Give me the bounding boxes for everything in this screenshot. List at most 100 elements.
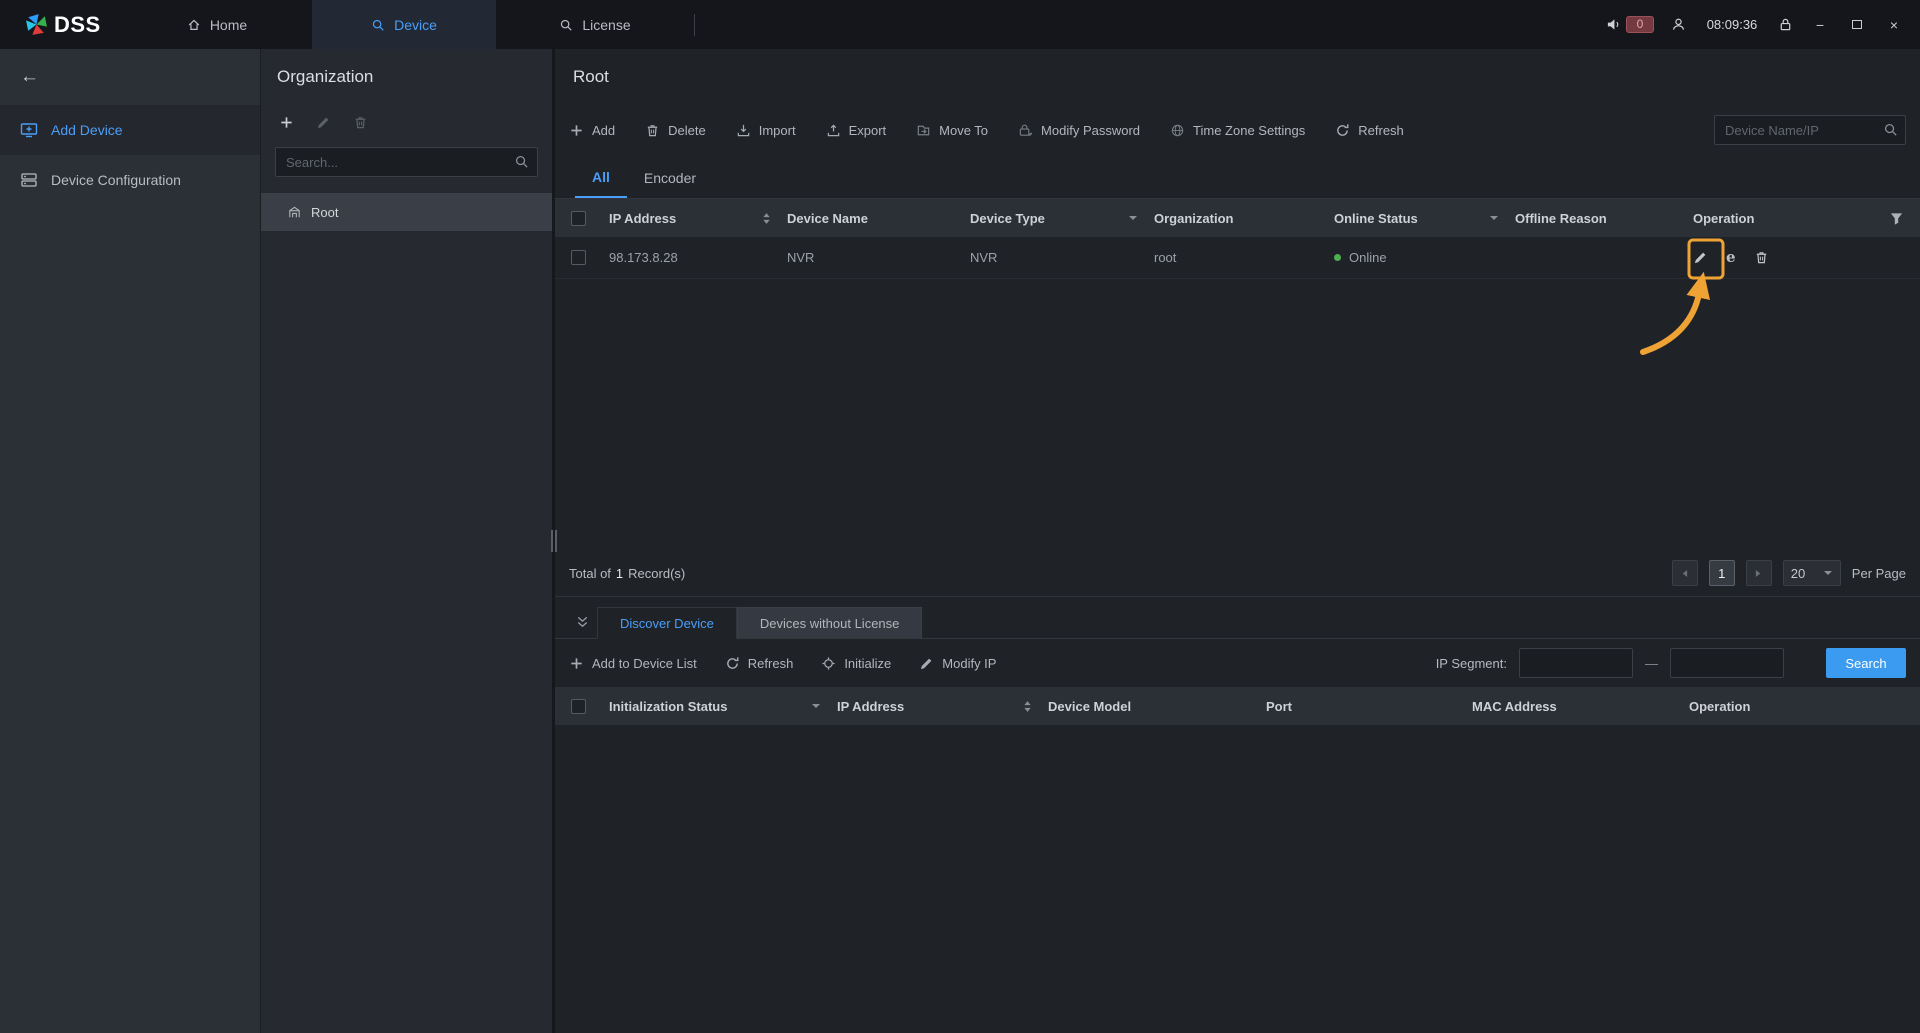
initialize-button[interactable]: Initialize bbox=[821, 656, 891, 671]
chevron-down-icon[interactable] bbox=[1489, 215, 1499, 221]
plus-icon bbox=[571, 124, 582, 136]
tab-device[interactable]: Device bbox=[312, 0, 496, 49]
app-logo: DSS bbox=[0, 0, 122, 49]
tree-node-root[interactable]: Root bbox=[261, 193, 552, 231]
tab-license[interactable]: License bbox=[496, 0, 694, 49]
time-zone-settings-button[interactable]: Time Zone Settings bbox=[1170, 123, 1305, 138]
next-page-button[interactable] bbox=[1745, 560, 1772, 586]
header-operation: Operation bbox=[1685, 211, 1920, 226]
filter-icon[interactable] bbox=[1889, 211, 1904, 226]
modify-password-button[interactable]: Modify Password bbox=[1018, 123, 1140, 138]
header-device-name: Device Name bbox=[779, 211, 962, 226]
import-button[interactable]: Import bbox=[736, 123, 796, 138]
pencil-icon bbox=[317, 117, 329, 128]
header-operation: Operation bbox=[1681, 699, 1920, 714]
discover-tabs-row: Discover Device Devices without License bbox=[555, 597, 1920, 639]
per-page-select[interactable]: 20 bbox=[1782, 560, 1841, 586]
discover-refresh-label: Refresh bbox=[747, 655, 794, 671]
lock-icon[interactable] bbox=[1778, 17, 1793, 32]
modify-ip-label: Modify IP bbox=[942, 655, 997, 671]
maximize-button[interactable] bbox=[1847, 15, 1867, 35]
add-to-device-list-button[interactable]: Add to Device List bbox=[569, 656, 697, 671]
sidebar-item-add-device[interactable]: Add Device bbox=[0, 105, 260, 155]
notification-control[interactable]: 0 bbox=[1606, 16, 1654, 33]
tab-license-label: License bbox=[582, 16, 631, 33]
sort-icon[interactable] bbox=[762, 212, 771, 225]
device-configuration-icon bbox=[21, 173, 37, 187]
online-status-label: Online bbox=[1349, 250, 1387, 265]
search-icon[interactable] bbox=[514, 154, 529, 169]
table-empty-area bbox=[555, 279, 1920, 550]
device-toolbar: Add Delete Import Export Move To Modify … bbox=[555, 105, 1920, 155]
cell-organization: root bbox=[1154, 250, 1177, 265]
initialize-label: Initialize bbox=[844, 655, 892, 671]
tab-discover-device[interactable]: Discover Device bbox=[597, 607, 737, 639]
prev-page-button[interactable] bbox=[1671, 560, 1698, 586]
org-add-button[interactable] bbox=[279, 115, 294, 130]
chevron-down-icon[interactable] bbox=[1128, 215, 1138, 221]
tab-all[interactable]: All bbox=[575, 158, 627, 198]
per-page-value: 20 bbox=[1790, 565, 1806, 581]
header-initialization-status[interactable]: Initialization Status bbox=[601, 699, 829, 714]
close-button[interactable]: × bbox=[1884, 15, 1904, 35]
header-port: Port bbox=[1258, 699, 1464, 714]
edit-device-icon[interactable] bbox=[1693, 250, 1708, 265]
double-chevron-down-icon bbox=[577, 616, 587, 627]
row-select-cell bbox=[555, 250, 601, 265]
trash-icon bbox=[647, 124, 658, 136]
cell-ip: 98.173.8.28 bbox=[609, 250, 678, 265]
import-icon bbox=[737, 124, 749, 136]
tab-devices-without-license[interactable]: Devices without License bbox=[736, 607, 923, 639]
export-button[interactable]: Export bbox=[826, 123, 886, 138]
tab-encoder[interactable]: Encoder bbox=[627, 158, 713, 198]
search-icon[interactable] bbox=[1883, 122, 1898, 137]
delete-device-icon[interactable] bbox=[1754, 250, 1769, 265]
move-to-button[interactable]: Move To bbox=[916, 123, 988, 138]
delete-label: Delete bbox=[668, 122, 706, 138]
sidebar-item-device-configuration[interactable]: Device Configuration bbox=[0, 155, 260, 205]
header-ip-address[interactable]: IP Address bbox=[829, 699, 1040, 714]
device-search-input[interactable] bbox=[1714, 115, 1906, 145]
discover-toolbar: Add to Device List Refresh Initialize Mo… bbox=[555, 639, 1920, 687]
add-label: Add bbox=[592, 122, 616, 138]
splitter-handle-icon[interactable] bbox=[549, 527, 558, 555]
refresh-icon bbox=[726, 656, 739, 669]
discover-refresh-button[interactable]: Refresh bbox=[725, 655, 794, 671]
add-button[interactable]: Add bbox=[569, 123, 615, 138]
select-all-checkbox[interactable] bbox=[571, 698, 586, 714]
ip-segment-end-input[interactable] bbox=[1670, 648, 1784, 678]
row-checkbox[interactable] bbox=[571, 250, 586, 265]
device-tab-icon bbox=[372, 19, 384, 31]
panel-splitter[interactable] bbox=[549, 49, 558, 1033]
select-all-checkbox[interactable] bbox=[571, 210, 586, 226]
dss-logo-icon bbox=[26, 14, 47, 35]
add-device-icon bbox=[20, 123, 38, 138]
current-page-button[interactable]: 1 bbox=[1708, 560, 1735, 586]
notification-badge: 0 bbox=[1626, 16, 1654, 33]
back-button[interactable]: ← bbox=[0, 49, 260, 105]
collapse-panel-icon[interactable] bbox=[567, 606, 597, 638]
ip-segment-start-input[interactable] bbox=[1519, 648, 1633, 678]
header-ip-address[interactable]: IP Address bbox=[601, 211, 779, 226]
per-page-label: Per Page bbox=[1851, 565, 1906, 581]
delete-button[interactable]: Delete bbox=[645, 123, 706, 138]
refresh-button[interactable]: Refresh bbox=[1335, 123, 1404, 138]
header-label: Device Type bbox=[970, 210, 1045, 226]
org-search-input[interactable] bbox=[275, 147, 538, 177]
modify-ip-button[interactable]: Modify IP bbox=[919, 656, 996, 671]
tab-home[interactable]: Home bbox=[122, 0, 312, 49]
sort-icon[interactable] bbox=[1023, 700, 1032, 713]
web-browser-icon[interactable]: e bbox=[1726, 250, 1736, 265]
org-delete-button[interactable] bbox=[353, 115, 368, 130]
modify-password-label: Modify Password bbox=[1041, 122, 1141, 138]
range-dash: — bbox=[1645, 655, 1658, 671]
org-edit-button[interactable] bbox=[316, 115, 331, 130]
organization-title: Organization bbox=[277, 67, 374, 86]
segment-search-button[interactable]: Search bbox=[1826, 648, 1906, 678]
minimize-button[interactable]: − bbox=[1810, 15, 1830, 35]
chevron-down-icon[interactable] bbox=[811, 703, 821, 709]
header-device-type[interactable]: Device Type bbox=[962, 211, 1146, 226]
titlebar-controls: 0 08:09:36 − × bbox=[1606, 0, 1920, 49]
header-online-status[interactable]: Online Status bbox=[1326, 211, 1507, 226]
user-icon[interactable] bbox=[1671, 17, 1686, 32]
